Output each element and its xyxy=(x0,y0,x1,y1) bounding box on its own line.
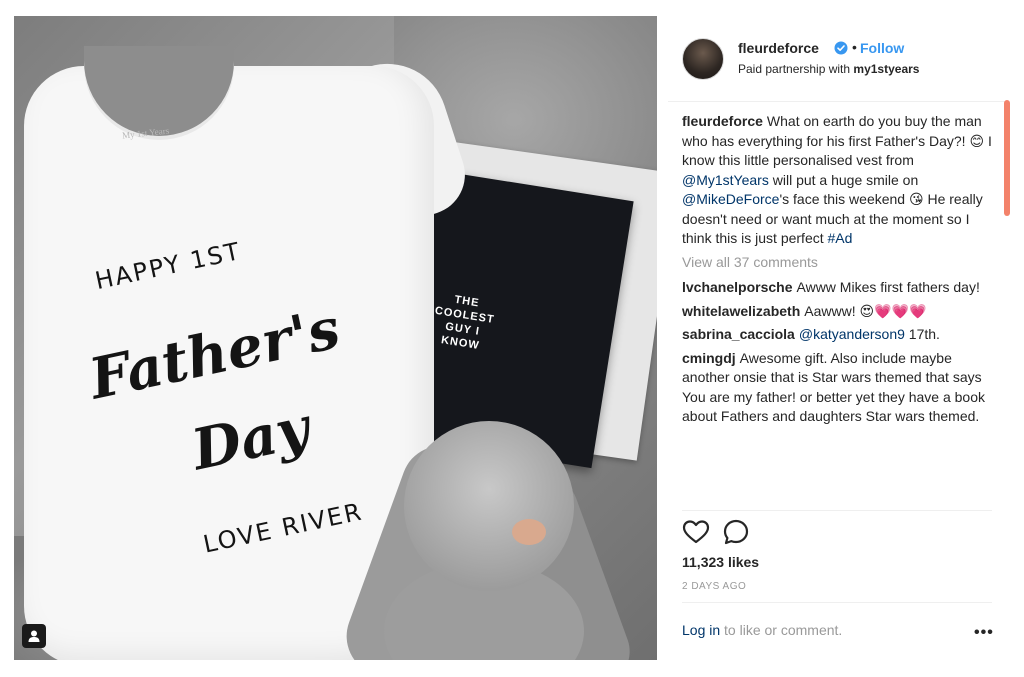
hashtag-link[interactable]: #Ad xyxy=(828,230,853,246)
partnership-prefix: Paid partnership with xyxy=(738,62,854,76)
comment-text: Aawww! 😍💗💗💗 xyxy=(804,302,927,319)
verified-badge-icon xyxy=(834,41,848,55)
caption: fleurdeforce What on earth do you buy the… xyxy=(682,112,998,249)
post-photo[interactable]: THE COOLEST GUY I KNOW My 1st Years HAPP… xyxy=(14,16,657,660)
follow-button[interactable]: Follow xyxy=(860,40,904,56)
more-options-icon[interactable]: ••• xyxy=(974,624,994,642)
post-timestamp[interactable]: 2 DAYS AGO xyxy=(682,581,746,592)
avatar[interactable] xyxy=(682,38,724,80)
separator-dot: • xyxy=(852,39,857,55)
login-link[interactable]: Log in xyxy=(682,622,720,638)
comments-list[interactable]: fleurdeforce What on earth do you buy the… xyxy=(682,112,998,510)
comment-username[interactable]: lvchanelporsche xyxy=(682,279,793,295)
comment-text: 17th. xyxy=(904,326,940,342)
comment-item: whitelawelizabeth Aawww! 😍💗💗💗 xyxy=(682,302,998,322)
divider xyxy=(682,602,992,603)
plush-bunny xyxy=(314,401,640,660)
post-header: fleurdeforce • Follow Paid partnership w… xyxy=(668,16,1008,102)
username-link[interactable]: fleurdeforce xyxy=(738,40,819,56)
mention-link[interactable]: @My1stYears xyxy=(682,172,769,188)
login-suffix: to like or comment. xyxy=(720,622,843,638)
comment-username[interactable]: cmingdj xyxy=(682,350,736,366)
tagged-users-icon[interactable] xyxy=(22,624,46,648)
comment-username[interactable]: sabrina_cacciola xyxy=(682,326,795,342)
mention-link[interactable]: @MikeDeForce xyxy=(682,191,779,207)
comment-item: lvchanelporsche Awww Mikes first fathers … xyxy=(682,278,998,298)
comment-item: cmingdj Awesome gift. Also include maybe … xyxy=(682,349,998,427)
caption-text: will put a huge smile on xyxy=(768,171,919,188)
paid-partnership-label: Paid partnership with my1styears xyxy=(738,62,919,76)
partnership-brand-link[interactable]: my1styears xyxy=(853,62,919,76)
user-icon xyxy=(28,630,40,642)
comment-icon[interactable] xyxy=(722,518,750,546)
mention-link[interactable]: @katyanderson9 xyxy=(799,326,905,342)
comments-scrollbar[interactable] xyxy=(1004,100,1010,216)
post-actions xyxy=(682,518,992,548)
like-count[interactable]: 11,323 likes xyxy=(682,554,759,570)
divider xyxy=(682,510,992,511)
view-all-comments-link[interactable]: View all 37 comments xyxy=(682,253,998,273)
caption-username[interactable]: fleurdeforce xyxy=(682,113,763,129)
heart-icon[interactable] xyxy=(682,518,710,546)
login-prompt: Log in to like or comment. xyxy=(682,622,842,638)
comment-text: Awww Mikes first fathers day! xyxy=(796,279,980,295)
comment-username[interactable]: whitelawelizabeth xyxy=(682,303,800,319)
bunny-nose xyxy=(512,519,546,545)
post-sidebar: fleurdeforce • Follow Paid partnership w… xyxy=(668,16,1010,660)
comment-item: sabrina_cacciola @katyanderson9 17th. xyxy=(682,325,998,345)
bunny-head xyxy=(404,421,574,591)
